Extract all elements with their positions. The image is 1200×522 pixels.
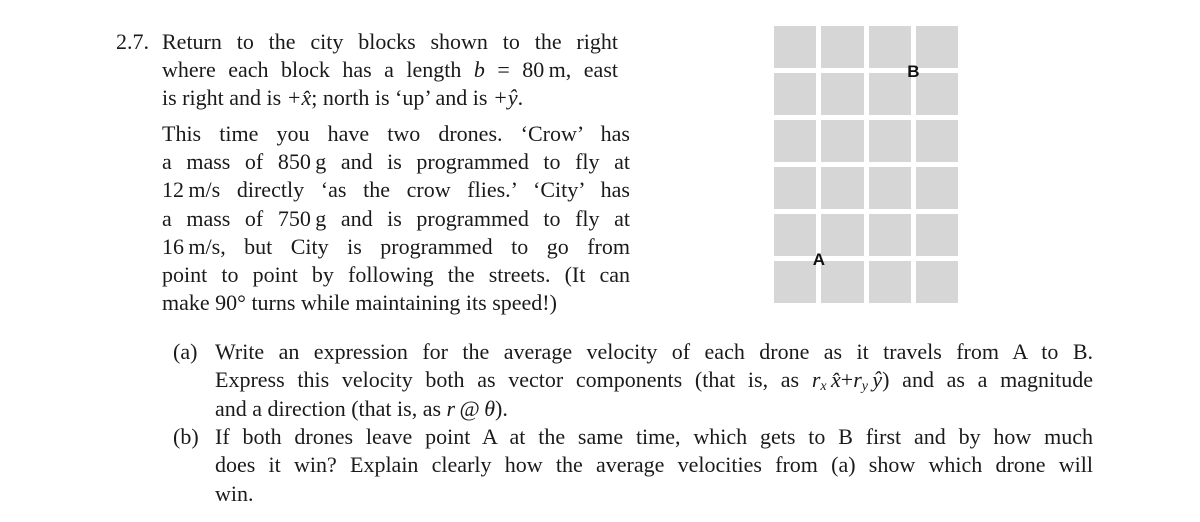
part-a-line: Write an expression for the average velo…: [215, 339, 1093, 364]
part-a-body: Write an expression for the average velo…: [215, 338, 1093, 423]
drones-line: point to point by following the streets.…: [162, 262, 630, 288]
part-b-line: win.: [215, 480, 254, 506]
part-a-text: and a direction (that is, as: [215, 395, 442, 421]
city-block: [774, 214, 817, 256]
block-length-variable: b: [473, 57, 485, 83]
drones-line: make 90° turns while maintaining its spe…: [162, 290, 557, 316]
drones-line: a mass of 850 g and is programmed to fly…: [162, 149, 630, 175]
x-hat: x̂: [826, 367, 841, 393]
city-block: [868, 26, 911, 68]
part-a-text: ).: [495, 395, 508, 421]
city-block: [774, 167, 817, 209]
city-block: [868, 73, 911, 115]
city-block: [868, 214, 911, 256]
part-a-label: (a): [173, 339, 198, 364]
part-b-body: If both drones leave point A at the same…: [215, 423, 1093, 508]
part-a: (a) Write an expression for the average …: [173, 338, 1093, 428]
part-a-line: Express this velocity both as vector com…: [215, 366, 1093, 394]
city-block: [821, 73, 864, 115]
city-block: [821, 120, 864, 162]
intro-text: ; north is ‘up’ and is: [311, 85, 493, 111]
intro-text: .: [517, 85, 524, 111]
drones-line: This time you have two drones. ‘Crow’ ha…: [162, 121, 630, 146]
east-direction: +x̂: [286, 85, 312, 111]
city-block: [774, 120, 817, 162]
part-a-text: Express this velocity both as vector com…: [215, 367, 800, 393]
part-b-line: If both drones leave point A at the same…: [215, 424, 1093, 449]
ry-variable: r: [853, 367, 862, 393]
city-blocks-diagram: B A: [774, 26, 958, 303]
city-block: [868, 261, 911, 303]
city-block: [821, 261, 864, 303]
y-hat: ŷ: [867, 367, 883, 393]
problem-intro-paragraph: Return to the city blocks shown to the r…: [162, 28, 618, 113]
part-a-line: and a direction (that is, as r @ θ).: [215, 395, 1093, 423]
r-variable: r: [446, 395, 456, 421]
city-block: [915, 167, 958, 209]
city-block: [821, 214, 864, 256]
intro-line: is right and is +x̂; north is ‘up’ and i…: [162, 84, 618, 112]
north-direction: +ŷ: [492, 85, 518, 111]
clipped-previous-text: ▔▔▔▔ ▔▔▔▔▔ ▔▔▔▔ ▔▔ ▔▔▔▔: [218, 0, 531, 4]
city-block: [915, 73, 958, 115]
intro-line: Return to the city blocks shown to the r…: [162, 29, 618, 54]
city-block: [821, 26, 864, 68]
point-b-label: B: [907, 61, 920, 81]
block-length-value: = 80 m, east: [484, 57, 618, 83]
problem-number: 2.7.: [116, 29, 149, 54]
city-block: [774, 261, 817, 303]
intro-line: where each block has a length b = 80 m, …: [162, 56, 618, 84]
city-block: [774, 73, 817, 115]
plus-sign: +: [840, 367, 854, 393]
drones-line: a mass of 750 g and is programmed to fly…: [162, 205, 630, 231]
city-block: [915, 214, 958, 256]
at-sign: @: [455, 395, 485, 421]
part-a-text: ) and as a magnitude: [882, 367, 1093, 393]
drones-line: 16 m/s, but City is programmed to go fro…: [162, 233, 630, 259]
city-block: [821, 167, 864, 209]
point-a-label: A: [812, 249, 826, 269]
drones-paragraph: This time you have two drones. ‘Crow’ ha…: [162, 120, 630, 317]
city-block: [868, 120, 911, 162]
part-b-line: does it win? Explain clearly how the ave…: [215, 452, 1093, 478]
theta-variable: θ: [484, 395, 495, 421]
city-block: [915, 120, 958, 162]
city-block: [774, 26, 817, 68]
part-b-label: (b): [173, 424, 199, 449]
city-block: [868, 167, 911, 209]
part-b: (b) If both drones leave point A at the …: [173, 423, 1093, 513]
intro-text: where each block has a length: [162, 57, 462, 83]
city-block: [915, 261, 958, 303]
intro-text: is right and is: [162, 85, 282, 111]
city-block: [915, 26, 958, 68]
drones-line: 12 m/s directly ‘as the crow flies.’ ‘Ci…: [162, 177, 630, 203]
